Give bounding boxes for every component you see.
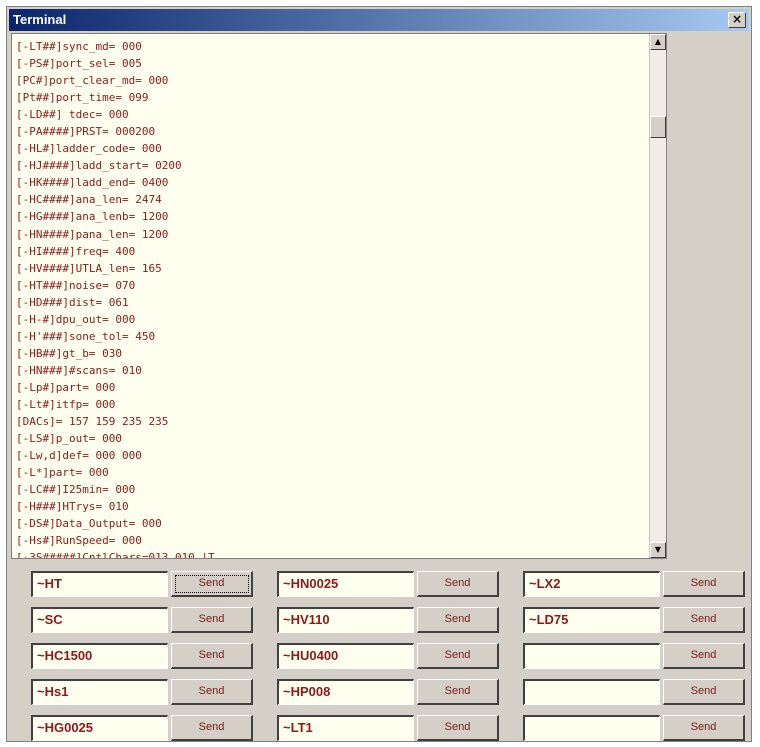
terminal-line: [-PS#]port_sel= 005	[16, 57, 142, 71]
terminal-line: [-PA####]PRST= 000200	[16, 125, 156, 139]
command-input[interactable]: ~HC1500	[31, 643, 168, 669]
scrollbar-thumb[interactable]	[650, 116, 666, 138]
command-input[interactable]: ~SC	[31, 607, 168, 633]
terminal-line: [-L*]part= 000	[16, 466, 109, 480]
terminal-line: [-HN###]#scans= 010	[16, 363, 142, 377]
terminal-line: [Pt##]port_time= 099	[16, 91, 149, 105]
send-button[interactable]: Send	[663, 715, 745, 741]
send-button[interactable]: Send	[417, 643, 499, 669]
command-input[interactable]: ~HT	[31, 571, 168, 597]
terminal-output[interactable]: [-LT##]sync_md= 000 [-PS#]port_sel= 005 [P…	[11, 33, 667, 559]
terminal-line: [-HD###]dist= 061	[16, 295, 129, 309]
terminal-line: [-3S#####]CntlChars=013 010 |T	[16, 551, 215, 559]
terminal-line: [-Lt#]itfp= 000	[16, 397, 116, 411]
terminal-line: [-HB##]gt_b= 030	[16, 346, 122, 360]
terminal-line: [-HN####]pana_len= 1200	[16, 227, 169, 241]
terminal-line: [-LC##]I25min= 000	[16, 483, 136, 497]
command-grid: ~HT Send ~HN0025 Send ~LX2 Send ~SC Send ~HV110 S…	[11, 563, 751, 741]
send-button[interactable]: Send	[171, 715, 253, 741]
command-input[interactable]: ~Hs1	[31, 679, 168, 705]
command-input[interactable]: ~LD75	[523, 607, 660, 633]
side-panel	[669, 33, 749, 559]
terminal-line: [-HL#]ladder_code= 000	[16, 142, 162, 156]
command-input[interactable]: ~HG0025	[31, 715, 168, 741]
terminal-line: [-LD##] tdec= 000	[16, 108, 129, 122]
terminal-line: [-Lw,d]def= 000 000	[16, 449, 142, 463]
terminal-line: [-HI####]freq= 400	[16, 244, 136, 258]
send-button[interactable]: Send	[417, 715, 499, 741]
window-title: Terminal	[13, 12, 67, 27]
send-button[interactable]: Send	[417, 679, 499, 705]
scroll-up-icon[interactable]: ▲	[650, 34, 666, 50]
terminal-line: [-HV####]UTLA_len= 165	[16, 261, 162, 275]
terminal-line: [-HJ####]ladd_start= 0200	[16, 159, 182, 173]
terminal-line: [-DS#]Data_Output= 000	[16, 517, 162, 531]
command-input[interactable]	[523, 715, 660, 741]
send-button[interactable]: Send	[663, 679, 745, 705]
terminal-line: [-HT###]noise= 070	[16, 278, 136, 292]
send-button[interactable]: Send	[171, 607, 253, 633]
send-button[interactable]: Send	[171, 679, 253, 705]
terminal-line: [-HK####]ladd_end= 0400	[16, 176, 169, 190]
terminal-line: [-HC####]ana_len= 2474	[16, 193, 162, 207]
terminal-line: [-LS#]p_out= 000	[16, 432, 122, 446]
command-input[interactable]: ~LX2	[523, 571, 660, 597]
terminal-line: [PC#]port_clear_md= 000	[16, 74, 169, 88]
terminal-line: [-Lp#]part= 000	[16, 380, 116, 394]
scroll-down-icon[interactable]: ▼	[650, 542, 666, 558]
terminal-line: [-H'###]sone_tol= 450	[16, 329, 156, 343]
title-bar: Terminal ×	[9, 9, 749, 31]
send-button[interactable]: Send	[663, 607, 745, 633]
terminal-window: Terminal × [-LT##]sync_md= 000 [-PS#]port…	[6, 6, 752, 742]
terminal-line: [-LT##]sync_md= 000	[16, 40, 142, 53]
terminal-line: [-Hs#]RunSpeed= 000	[16, 534, 142, 548]
terminal-line: [-HG####]ana_lenb= 1200	[16, 210, 169, 224]
terminal-line: [DACs]= 157 159 235 235	[16, 415, 169, 429]
close-icon[interactable]: ×	[728, 12, 746, 28]
terminal-line: [-H###]HTrys= 010	[16, 500, 129, 514]
command-input[interactable]: ~HV110	[277, 607, 414, 633]
send-button[interactable]: Send	[171, 643, 253, 669]
send-button[interactable]: Send	[417, 607, 499, 633]
send-button[interactable]: Send	[663, 643, 745, 669]
command-input[interactable]: ~LT1	[277, 715, 414, 741]
send-button[interactable]: Send	[663, 571, 745, 597]
command-input[interactable]: ~HP008	[277, 679, 414, 705]
command-input[interactable]: ~HU0400	[277, 643, 414, 669]
terminal-line: [-H-#]dpu_out= 000	[16, 312, 136, 326]
command-input[interactable]	[523, 643, 660, 669]
send-button[interactable]: Send	[417, 571, 499, 597]
send-button[interactable]: Send	[171, 571, 253, 597]
command-input[interactable]: ~HN0025	[277, 571, 414, 597]
vertical-scrollbar[interactable]: ▲ ▼	[649, 34, 666, 558]
terminal-lines: [-LT##]sync_md= 000 [-PS#]port_sel= 005 [P…	[16, 38, 646, 559]
command-input[interactable]	[523, 679, 660, 705]
